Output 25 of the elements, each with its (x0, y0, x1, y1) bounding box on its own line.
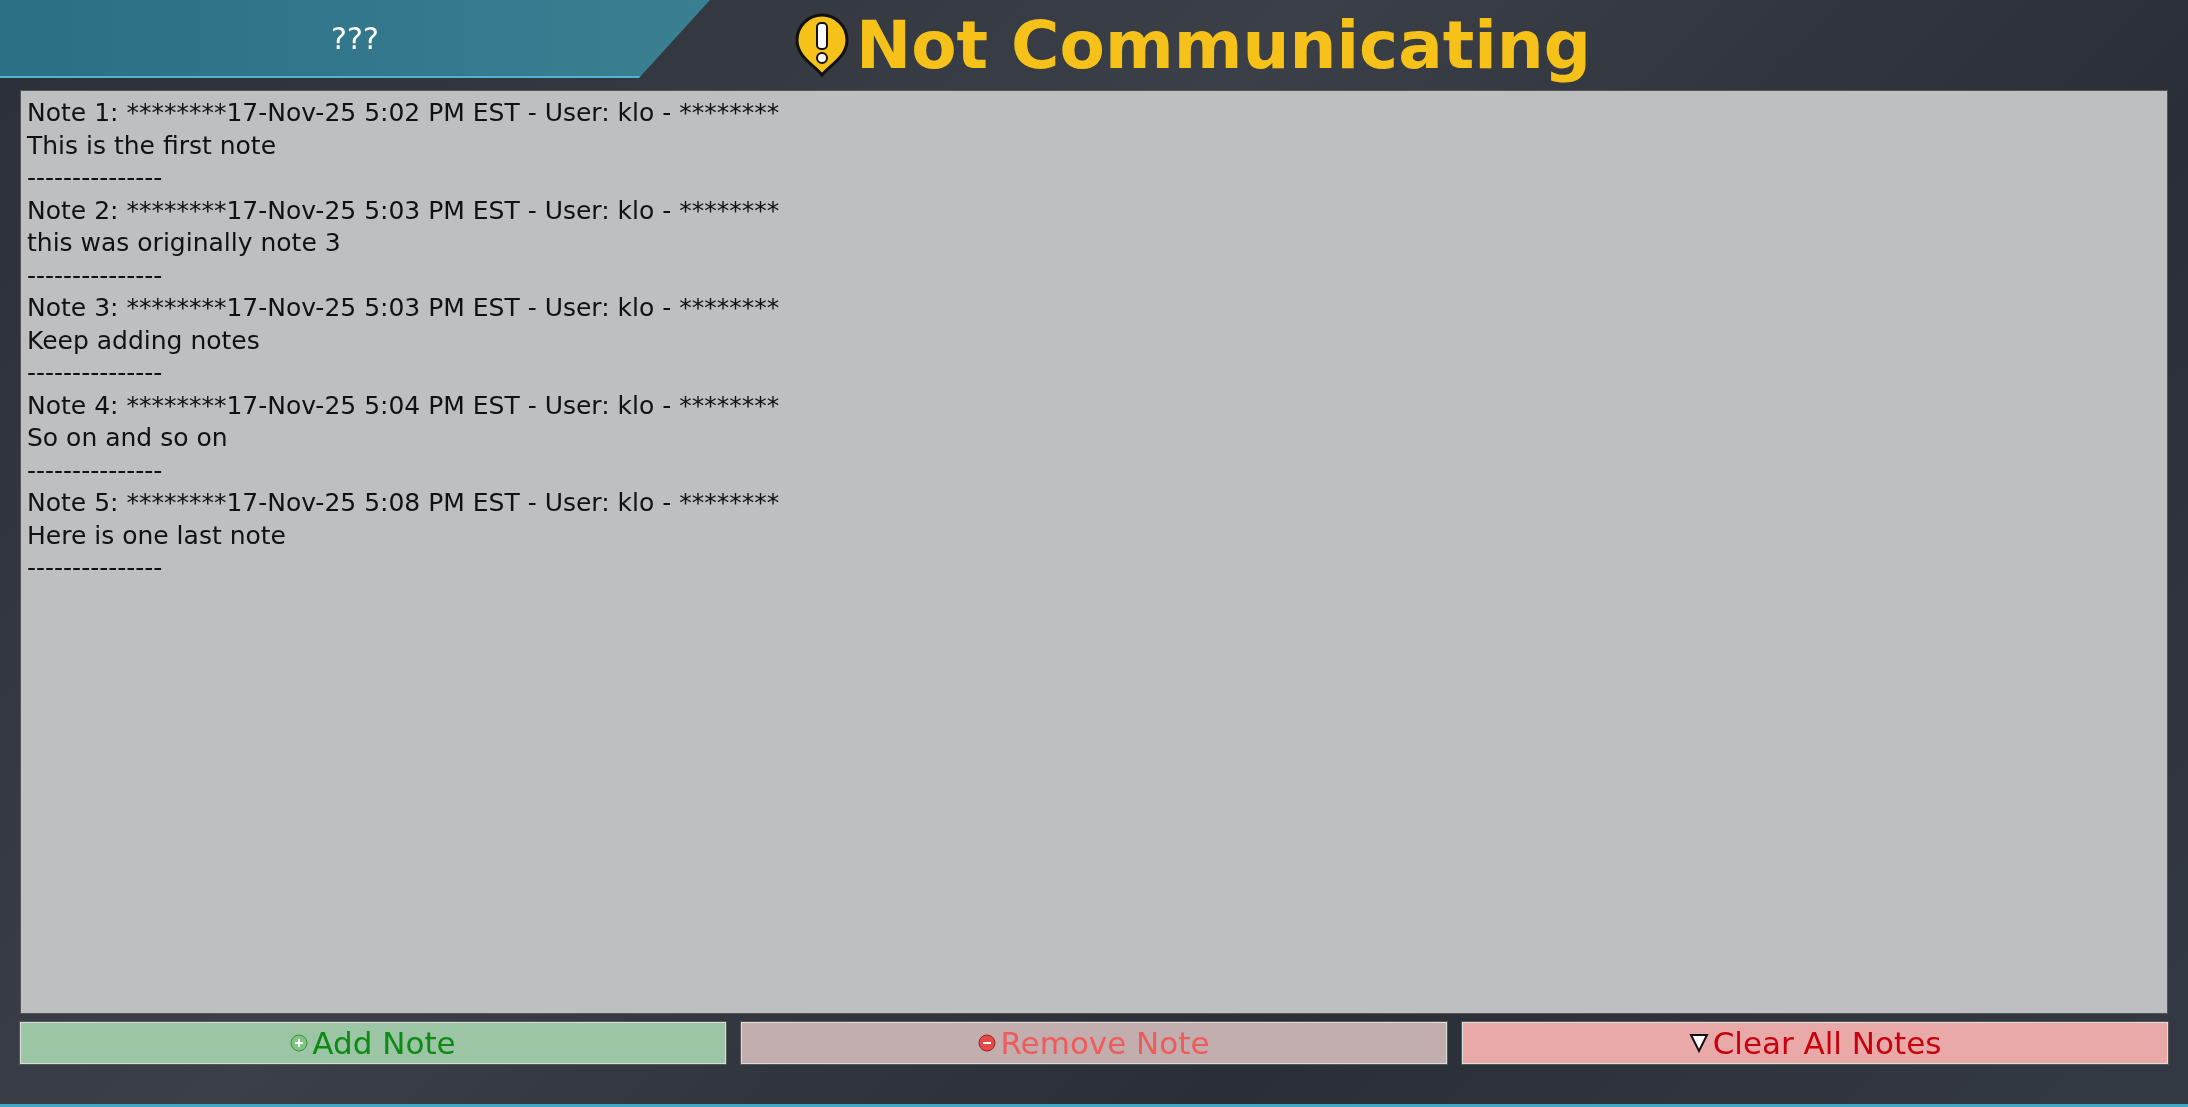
note-heading: Note 4: ********17-Nov-25 5:04 PM EST - User: klo - ******** (27, 389, 780, 422)
note-text: So on and so on (27, 422, 228, 454)
note-separator: --------------- (27, 552, 163, 584)
window-title: ??? (331, 20, 379, 56)
note-separator: --------------- (27, 162, 163, 194)
note-heading: Note 3: ********17-Nov-25 5:03 PM EST - User: klo - ******** (27, 292, 780, 324)
note-text: This is the first note (27, 129, 277, 162)
note-separator: --------------- (27, 259, 163, 292)
note-heading: Note 1: ********17-Nov-25 5:02 PM EST - User: klo - ******** (27, 97, 780, 129)
note-text: Keep adding notes (27, 324, 260, 357)
minus-icon (978, 1034, 997, 1052)
note-heading: Note 2: ********17-Nov-25 5:03 PM EST - User: klo - ******** (27, 194, 780, 227)
remove-note-button[interactable]: Remove Note (741, 1022, 1447, 1064)
note-separator: --------------- (27, 357, 163, 389)
note-separator: --------------- (27, 454, 163, 487)
warning-icon (794, 13, 850, 77)
note-text: Here is one last note (27, 519, 286, 552)
note-text: this was originally note 3 (27, 227, 341, 259)
funnel-icon (1688, 1033, 1709, 1053)
note-heading: Note 5: ********17-Nov-25 5:08 PM EST - User: klo - ******** (27, 487, 780, 519)
status-text: Not Communicating (856, 6, 1592, 84)
clear-notes-button[interactable]: Clear All Notes (1462, 1022, 2168, 1064)
plus-icon (290, 1034, 309, 1052)
add-note-button[interactable]: Add Note (20, 1022, 726, 1064)
notes-text-area[interactable] (20, 90, 2168, 1014)
